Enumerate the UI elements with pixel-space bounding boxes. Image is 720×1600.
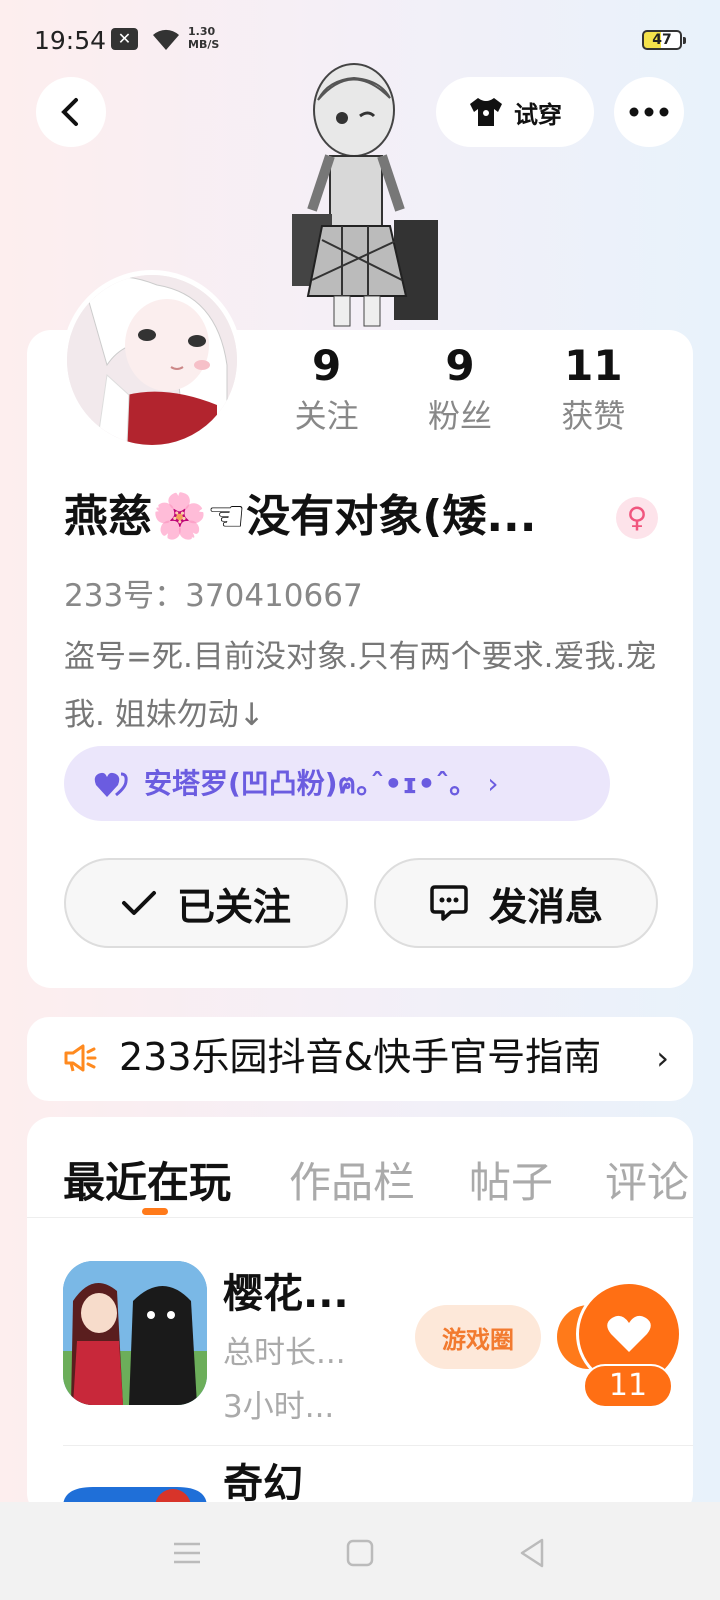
- user-bio: 盗号=死.目前没对象.只有两个要求.爱我.宠我. 姐妹勿动↓: [64, 639, 657, 733]
- female-gender-icon: ♀: [616, 497, 658, 539]
- tab-recently-played[interactable]: 最近在玩: [63, 1149, 231, 1210]
- back-triangle-icon[interactable]: [516, 1536, 550, 1570]
- avatar-3d-figure: [282, 60, 452, 330]
- chevron-right-icon: ›: [656, 1039, 669, 1077]
- following-count: 9: [312, 341, 342, 390]
- user-id[interactable]: 233号：370410667: [64, 570, 363, 615]
- game-circle-button[interactable]: 游戏圈: [415, 1305, 541, 1369]
- chevron-right-icon: ›: [487, 767, 499, 800]
- system-nav-bar: [0, 1502, 720, 1600]
- followers-count: 9: [445, 341, 475, 390]
- heart-icon: [607, 1315, 651, 1352]
- speed-value: 1.30: [188, 25, 216, 38]
- check-icon: [121, 891, 156, 915]
- following-label: 关注: [294, 397, 359, 435]
- tab-comments[interactable]: 评论: [605, 1149, 689, 1210]
- following-button[interactable]: 已关注: [64, 858, 348, 948]
- try-on-label: 试穿: [514, 100, 562, 129]
- profile-tabs: 最近在玩 作品栏 帖子 评论: [27, 1117, 693, 1218]
- stat-following[interactable]: 9 关注: [260, 340, 393, 438]
- chat-bubble-icon: [430, 885, 468, 921]
- divider: [63, 1445, 693, 1446]
- fan-group-pill[interactable]: 安塔罗(凹凸粉)ฅ｡ˆ•ɪ•ˆ｡ ›: [64, 746, 610, 821]
- likes-count: 11: [564, 341, 623, 390]
- like-count: 11: [583, 1364, 673, 1408]
- announcement-text: 233乐园抖音&快手官号指南: [119, 1035, 602, 1079]
- menu-icon[interactable]: [170, 1536, 204, 1570]
- username: 燕慈🌸☜没有对象(矮...: [64, 491, 537, 542]
- announcement-bar[interactable]: 233乐园抖音&快手官号指南 ›: [27, 1017, 693, 1101]
- battery-icon: 47: [642, 30, 686, 50]
- wifi-icon: [150, 26, 182, 56]
- more-button[interactable]: [614, 77, 684, 147]
- likes-label: 获赞: [561, 397, 626, 435]
- avatar[interactable]: [62, 270, 242, 450]
- home-square-icon[interactable]: [343, 1536, 377, 1570]
- stat-likes: 11 获赞: [527, 340, 660, 438]
- network-speed: 1.30 MB/S: [188, 25, 219, 51]
- stat-followers[interactable]: 9 粉丝: [393, 340, 526, 438]
- active-tab-indicator: [142, 1208, 168, 1215]
- speed-unit: MB/S: [188, 38, 220, 51]
- game-name: 奇幻: [223, 1461, 303, 1507]
- profile-stats: 9 关注 9 粉丝 11 获赞: [260, 340, 660, 438]
- fan-group-label: 安塔罗(凹凸粉)ฅ｡ˆ•ɪ•ˆ｡: [144, 766, 464, 800]
- tab-posts[interactable]: 帖子: [469, 1149, 553, 1210]
- game-icon[interactable]: [63, 1261, 207, 1405]
- game-total-duration: 总时长...: [223, 1335, 346, 1371]
- try-on-button[interactable]: 试穿: [436, 77, 594, 147]
- send-message-button[interactable]: 发消息: [374, 858, 658, 948]
- status-time: 19:54: [34, 26, 107, 55]
- game-name: 樱花...: [223, 1271, 349, 1317]
- double-heart-icon: [94, 772, 128, 797]
- chevron-left-icon: [61, 98, 78, 126]
- notification-icon: ✕: [111, 28, 138, 50]
- more-dots-icon: [629, 107, 669, 117]
- tshirt-icon: [470, 98, 502, 126]
- back-button[interactable]: [36, 77, 106, 147]
- send-message-label: 发消息: [488, 884, 603, 929]
- tab-works[interactable]: 作品栏: [289, 1149, 415, 1210]
- megaphone-icon: [64, 1044, 97, 1072]
- followers-label: 粉丝: [427, 397, 492, 435]
- game-last-played: 3小时...: [223, 1389, 335, 1425]
- following-button-label: 已关注: [176, 884, 291, 929]
